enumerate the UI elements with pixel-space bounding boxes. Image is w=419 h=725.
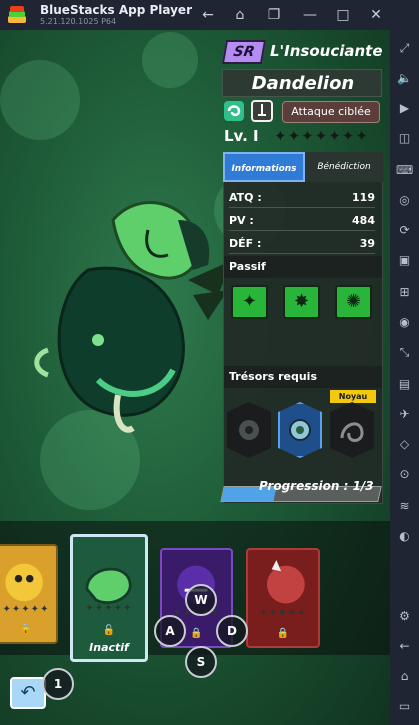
info-tabs: Informations Bénédiction (223, 152, 383, 182)
volume-icon[interactable]: 🔈 (396, 70, 413, 87)
back-nav-icon[interactable]: ← (396, 638, 413, 655)
screenshot-icon[interactable]: ◉ (396, 314, 413, 331)
key-1-button[interactable]: 1 (42, 668, 74, 700)
stat-value: 484 (352, 214, 375, 227)
apk-icon[interactable]: ⊞ (396, 284, 413, 301)
tab-benediction[interactable]: Bénédiction (305, 152, 383, 182)
performance-icon[interactable]: ▣ (396, 252, 413, 269)
recents-nav-icon[interactable]: ▭ (396, 698, 413, 715)
location-icon[interactable]: ⊙ (396, 466, 413, 483)
stat-value: 119 (352, 191, 375, 204)
emulator-titlebar: BlueStacks App Player 5.21.120.1025 P64 … (0, 0, 419, 30)
inactive-label: Inactif (89, 641, 129, 654)
lock-icon: 🔓 (102, 625, 116, 636)
hero-title: L'Insouciante (270, 42, 383, 60)
stat-row-pv: PV : 484 (229, 211, 375, 231)
airplane-icon[interactable]: ✈ (396, 406, 413, 423)
expand-icon[interactable]: ⤢ (396, 40, 413, 57)
skill-1-icon[interactable]: ✦ (231, 285, 268, 319)
media-folder-icon[interactable]: ▤ (396, 376, 413, 393)
back-button[interactable]: ↶ (10, 677, 46, 709)
key-a-button[interactable]: A (154, 615, 186, 647)
skill-2-icon[interactable]: ✸ (283, 285, 320, 319)
card-stars: ✦✦✦✦✦ (259, 608, 307, 619)
close-icon[interactable]: ✕ (366, 5, 386, 25)
lock-icon: 🔒 (276, 628, 290, 639)
stat-label: DÉF : (229, 237, 262, 250)
emulator-app-name: BlueStacks App Player (40, 3, 192, 17)
keyboard-icon[interactable]: ⌨ (396, 162, 413, 179)
hero-stars: ✦✦✦✦✦✦✦ (274, 127, 369, 145)
key-d-button[interactable]: D (216, 615, 248, 647)
bluestacks-window: BlueStacks App Player 5.21.120.1025 P64 … (0, 0, 419, 725)
game-viewport: SR L'Insouciante Dandelion Attaque ciblé… (0, 30, 390, 725)
window-icon[interactable]: ❐ (264, 5, 284, 25)
stat-row-def: DÉF : 39 (229, 234, 375, 254)
stat-label: ATQ : (229, 191, 262, 204)
rarity-badge: SR (221, 40, 267, 64)
erase-icon[interactable]: ◇ (396, 436, 413, 453)
maximize-icon[interactable]: □ (333, 5, 353, 25)
core-label: Noyau (330, 390, 376, 403)
hero-name: Dandelion (251, 73, 355, 94)
lock-icon: 🔒 (19, 624, 33, 635)
key-s-button[interactable]: S (185, 646, 217, 678)
passive-title: Passif (229, 260, 266, 273)
home-nav-icon[interactable]: ⌂ (396, 668, 413, 685)
hero-portrait (34, 201, 228, 433)
resize-icon[interactable]: ⤡ (396, 344, 413, 361)
class-sword-icon[interactable] (251, 100, 273, 122)
treasure-compass-icon (289, 419, 311, 441)
roster-hero-card-1[interactable]: ✦✦✦✦✦ 🔒 (0, 544, 58, 644)
key-w-button[interactable]: W (185, 584, 217, 616)
skill-3-icon[interactable]: ✺ (335, 285, 372, 319)
stat-value: 39 (359, 237, 375, 250)
roster-hero-card-4[interactable]: ✦✦✦✦✦ 🔒 (246, 548, 320, 648)
element-icon[interactable] (224, 101, 244, 121)
sync-icon[interactable]: ⟳ (396, 222, 413, 239)
bluestacks-logo-icon (8, 6, 26, 23)
treasure-gear-icon (239, 420, 259, 440)
treasure-dragon-icon (340, 422, 364, 442)
hero-name-box: Dandelion (222, 69, 382, 97)
progression-label: Progression : 1/3 (259, 479, 374, 493)
tab-informations[interactable]: Informations (223, 152, 305, 182)
stat-label: PV : (229, 214, 254, 227)
card-stars: ✦✦✦✦✦ (85, 603, 133, 614)
macro-icon[interactable]: ◎ (396, 192, 413, 209)
treasures-title: Trésors requis (229, 370, 317, 383)
settings-icon[interactable]: ⚙ (396, 608, 413, 625)
emulator-version: 5.21.120.1025 P64 (40, 17, 117, 26)
screen-record-icon[interactable]: ◫ (396, 130, 413, 147)
home-icon[interactable]: ⌂ (230, 5, 250, 25)
card-stars: ✦✦✦✦✦ (2, 604, 50, 615)
back-arrow-icon[interactable]: ← (198, 5, 218, 25)
eco-mode-icon[interactable]: ◐ (396, 528, 413, 545)
stat-row-atq: ATQ : 119 (229, 188, 375, 208)
emulator-sidebar: ⤢ 🔈 ▶ ◫ ⌨ ◎ ⟳ ▣ ⊞ ◉ ⤡ ▤ ✈ ◇ ⊙ ≋ ◐ ⚙ ← ⌂ … (390, 30, 419, 725)
layers-icon[interactable]: ≋ (396, 498, 413, 515)
minimize-icon[interactable]: — (300, 5, 320, 25)
play-icon[interactable]: ▶ (396, 100, 413, 117)
hero-level: Lv. I (224, 127, 259, 145)
role-tag[interactable]: Attaque ciblée (282, 101, 380, 123)
